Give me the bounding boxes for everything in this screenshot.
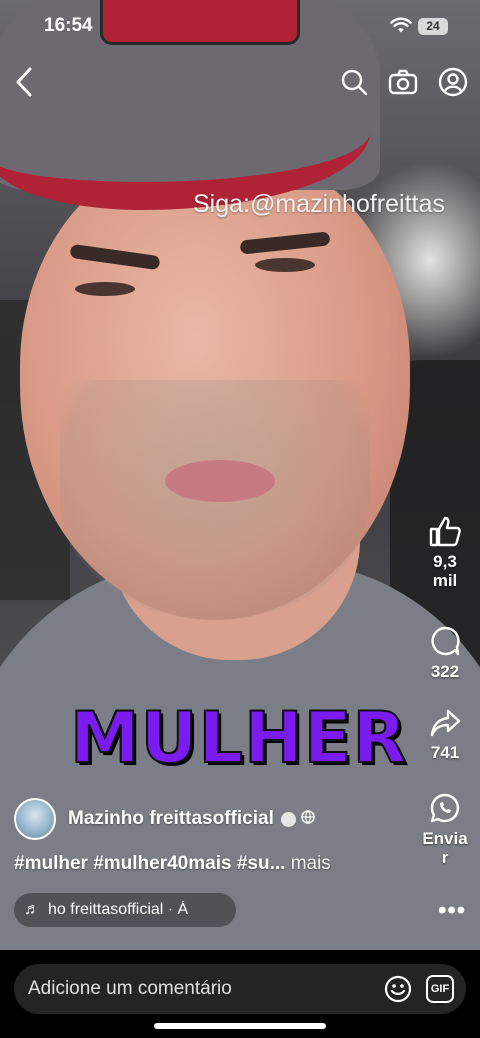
comments-count: 322 [430, 662, 460, 681]
comment-icon [431, 626, 460, 656]
comment-placeholder: Adicione um comentário [28, 978, 232, 999]
music-note-icon: ♬ [24, 901, 40, 918]
more-link[interactable]: mais [291, 853, 331, 874]
comment-input[interactable]: Adicione um comentário GIF [14, 964, 466, 1014]
like-action[interactable]: 9,3 mil [410, 515, 480, 590]
author-row[interactable]: Mazinho freittasofficial [14, 797, 315, 841]
back-button[interactable] [6, 64, 42, 100]
search-button[interactable] [336, 64, 372, 100]
shares-count: 741 [430, 743, 460, 762]
author-name[interactable]: Mazinho freittasofficial [68, 808, 274, 830]
verified-icon [280, 811, 296, 827]
like-icon [429, 516, 461, 547]
video-caption-word: MULHER [69, 696, 408, 780]
home-indicator [154, 1023, 326, 1029]
comment-action[interactable]: 322 [410, 625, 480, 681]
avatar[interactable] [14, 798, 56, 840]
profile-button[interactable] [435, 64, 471, 100]
status-bar: 16:54 24 [0, 0, 480, 54]
top-nav [0, 60, 480, 106]
status-time: 16:54 [44, 15, 93, 36]
emoji-icon[interactable] [384, 975, 412, 1003]
left-eye [75, 282, 135, 296]
globe-icon [301, 809, 315, 829]
music-pill[interactable]: ♬ ho freittasofficial · Á [14, 893, 236, 927]
more-icon[interactable]: ••• [438, 897, 466, 925]
camera-icon [388, 69, 418, 95]
search-icon [341, 69, 368, 96]
camera-button[interactable] [385, 64, 421, 100]
battery-indicator: 24 [418, 18, 448, 35]
likes-count-line1: 9,3 [433, 552, 457, 571]
video-overlay-handle: Siga:@mazinhofreittas [193, 190, 445, 218]
music-track: ho freittasofficial · Á [48, 901, 189, 918]
profile-icon [438, 67, 468, 97]
bottom-bar: Adicione um comentário GIF [0, 950, 480, 1038]
share-icon [430, 709, 461, 737]
send-whatsapp-action[interactable]: Envia r [410, 792, 480, 867]
send-label-line2: r [441, 848, 449, 867]
right-eye [255, 258, 315, 272]
likes-count-line2: mil [432, 571, 458, 590]
wifi-icon [390, 17, 412, 39]
send-label-line1: Envia [422, 829, 468, 848]
hashtags-text[interactable]: #mulher #mulher40mais #su... [14, 853, 285, 874]
lips [165, 460, 275, 502]
whatsapp-icon [430, 793, 460, 823]
post-caption[interactable]: #mulher #mulher40mais #su... mais [14, 853, 331, 875]
share-action[interactable]: 741 [410, 708, 480, 762]
gif-icon[interactable]: GIF [426, 975, 454, 1003]
back-icon [16, 67, 32, 97]
